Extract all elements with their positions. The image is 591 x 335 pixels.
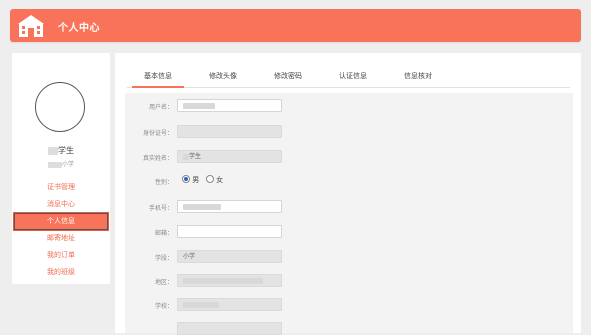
- next-field: [177, 322, 282, 335]
- sidebar-item-my-orders[interactable]: 我的订单: [12, 247, 110, 264]
- email-label: 邮箱：: [154, 230, 173, 237]
- idcard-field: [177, 125, 282, 138]
- sidebar-item-my-class[interactable]: 我的班级: [12, 264, 110, 281]
- profile-school-text: 小学: [61, 161, 74, 168]
- school-field: [177, 298, 282, 311]
- gender-label: 性别：: [154, 179, 173, 186]
- tab-bar: 基本信息 修改头像 修改密码 认证信息 信息核对: [127, 67, 570, 88]
- basic-info-form: 用户名： 身份证号： 真实姓名： 学生 性别： 男 女 手机号： 邮箱： 学段：…: [125, 93, 573, 335]
- username-label: 用户名：: [148, 104, 173, 111]
- stage-label: 学段：: [154, 255, 173, 262]
- profile-name-text: 学生: [58, 146, 74, 155]
- main-content: 基本信息 修改头像 修改密码 认证信息 信息核对 用户名： 身份证号： 真实姓名…: [115, 53, 581, 335]
- profile-name: 学生: [12, 145, 110, 156]
- sidebar-item-certificates[interactable]: 证书管理: [12, 179, 110, 196]
- sidebar-item-messages[interactable]: 消息中心: [12, 196, 110, 213]
- realname-label: 真实姓名：: [142, 155, 173, 162]
- region-field: [177, 274, 282, 287]
- phone-field[interactable]: [177, 200, 282, 213]
- username-field[interactable]: [177, 99, 282, 112]
- page-header: 个人中心: [10, 9, 581, 42]
- gender-radio-group: 男 女: [182, 175, 223, 185]
- profile-school: 小学: [12, 159, 110, 168]
- realname-field: 学生: [177, 150, 282, 163]
- school-building-icon: [18, 15, 44, 37]
- gender-female-label: 女: [216, 176, 224, 184]
- tab-change-avatar[interactable]: 修改头像: [209, 71, 237, 81]
- gender-male-radio[interactable]: [182, 175, 190, 183]
- realname-value: 学生: [189, 153, 202, 160]
- tab-info-check[interactable]: 信息核对: [404, 71, 432, 81]
- sidebar-item-personal-info[interactable]: 个人信息: [14, 213, 108, 230]
- tab-basic-info[interactable]: 基本信息: [132, 71, 184, 88]
- avatar[interactable]: [35, 82, 85, 132]
- school-label: 学校：: [154, 303, 173, 310]
- phone-label: 手机号：: [148, 205, 173, 212]
- gender-male-label: 男: [192, 176, 200, 184]
- idcard-label: 身份证号：: [142, 130, 173, 137]
- tab-change-password[interactable]: 修改密码: [274, 71, 302, 81]
- sidebar-menu: 证书管理 消息中心 个人信息 邮寄地址 我的订单 我的班级: [12, 179, 110, 281]
- sidebar: 学生 小学 证书管理 消息中心 个人信息 邮寄地址 我的订单 我的班级: [12, 53, 110, 284]
- page-title: 个人中心: [58, 23, 100, 34]
- region-label: 地区：: [154, 279, 173, 286]
- sidebar-item-mailing-address[interactable]: 邮寄地址: [12, 230, 110, 247]
- email-field[interactable]: [177, 225, 282, 238]
- gender-female-radio[interactable]: [205, 175, 214, 183]
- tab-verification[interactable]: 认证信息: [339, 71, 367, 81]
- stage-field: 小学: [177, 250, 282, 263]
